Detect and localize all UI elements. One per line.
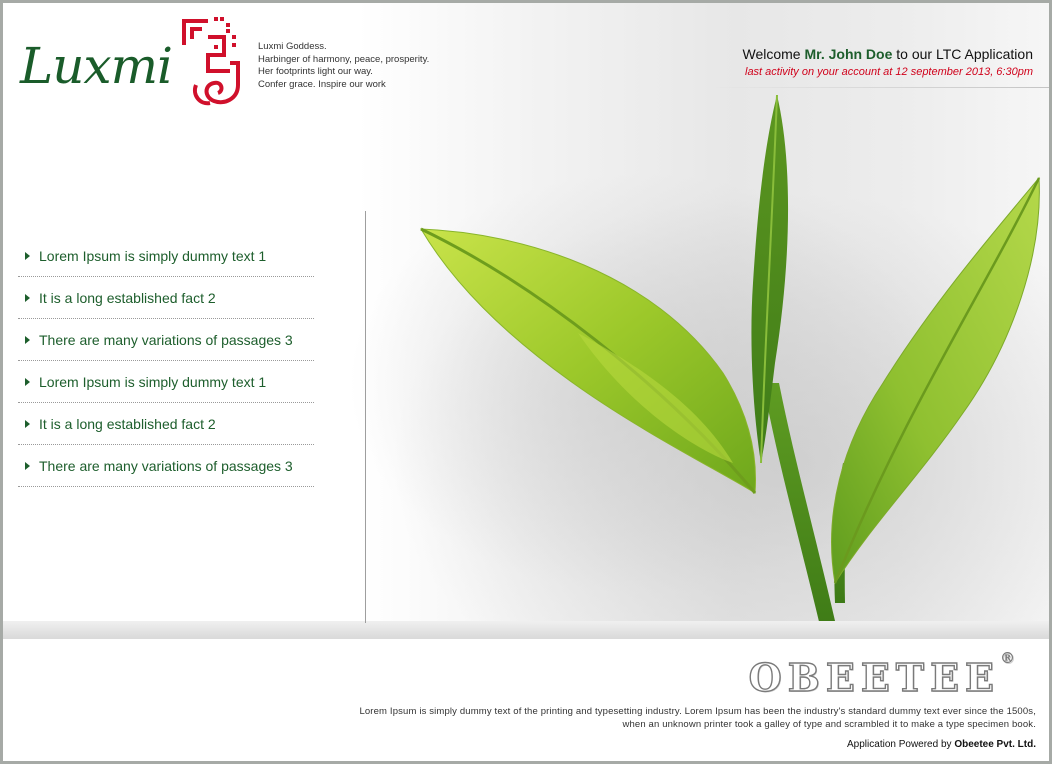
logo-tagline: Luxmi Goddess. Harbinger of harmony, pea… bbox=[258, 41, 458, 91]
caret-right-icon bbox=[25, 335, 30, 344]
menu-item-label: Lorem Ipsum is simply dummy text 1 bbox=[39, 247, 267, 264]
luxmi-logo[interactable]: Luxmi bbox=[20, 15, 245, 113]
menu-item-label: It is a long established fact 2 bbox=[39, 289, 216, 306]
app-frame: Luxmi Luxmi Goddess. Harbinger of harmon… bbox=[0, 0, 1052, 764]
menu-item[interactable]: There are many variations of passages 3 bbox=[18, 319, 314, 361]
tagline-line: Luxmi Goddess. bbox=[258, 41, 327, 52]
menu-item-label: It is a long established fact 2 bbox=[39, 415, 216, 432]
tagline-line: Her footprints light our way. bbox=[258, 66, 373, 77]
tagline-line: Harbinger of harmony, peace, prosperity. bbox=[258, 53, 430, 65]
welcome-message: Welcome Mr. John Doe to our LTC Applicat… bbox=[743, 46, 1034, 62]
brand-wordmark: OBEETEE bbox=[748, 654, 1000, 700]
menu-item[interactable]: It is a long established fact 2 bbox=[18, 403, 314, 445]
registered-mark: ® bbox=[1000, 649, 1015, 668]
caret-right-icon bbox=[25, 461, 30, 470]
last-activity-text: last activity on your account at 12 sept… bbox=[745, 66, 1033, 78]
hero-bottom-band bbox=[3, 621, 1049, 639]
obeetee-brand-logo: OBEETEE® bbox=[748, 649, 1015, 700]
powered-by-prefix: Application Powered by bbox=[847, 739, 952, 750]
powered-by: Application Powered by Obeetee Pvt. Ltd. bbox=[847, 739, 1036, 750]
caret-right-icon bbox=[25, 293, 30, 302]
menu-item[interactable]: Lorem Ipsum is simply dummy text 1 bbox=[18, 361, 314, 403]
caret-right-icon bbox=[25, 419, 30, 428]
menu-item[interactable]: It is a long established fact 2 bbox=[18, 277, 314, 319]
footer-description-line: Lorem Ipsum is simply dummy text of the … bbox=[359, 706, 1036, 717]
main-menu: Lorem Ipsum is simply dummy text 1 It is… bbox=[18, 235, 314, 487]
welcome-divider bbox=[709, 87, 1049, 88]
welcome-suffix: to our LTC Application bbox=[896, 46, 1033, 62]
tagline-line: Confer grace. Inspire our work bbox=[258, 78, 386, 90]
menu-item-label: There are many variations of passages 3 bbox=[39, 457, 293, 474]
welcome-panel: Welcome Mr. John Doe to our LTC Applicat… bbox=[743, 46, 1034, 78]
menu-item[interactable]: Lorem Ipsum is simply dummy text 1 bbox=[18, 235, 314, 277]
welcome-prefix: Welcome bbox=[742, 46, 801, 62]
menu-item[interactable]: There are many variations of passages 3 bbox=[18, 445, 314, 487]
menu-item-label: There are many variations of passages 3 bbox=[39, 331, 293, 348]
logo-emblem-icon bbox=[182, 17, 240, 106]
footer-description-line: when an unknown printer took a galley of… bbox=[622, 718, 1036, 730]
caret-right-icon bbox=[25, 251, 30, 260]
powered-by-company[interactable]: Obeetee Pvt. Ltd. bbox=[954, 739, 1036, 750]
logo-wordmark: Luxmi bbox=[20, 37, 173, 95]
caret-right-icon bbox=[25, 377, 30, 386]
tea-leaf-image bbox=[420, 94, 1041, 638]
vertical-divider bbox=[365, 211, 366, 623]
footer-description: Lorem Ipsum is simply dummy text of the … bbox=[246, 706, 1036, 731]
user-name[interactable]: Mr. John Doe bbox=[804, 46, 892, 62]
menu-item-label: Lorem Ipsum is simply dummy text 1 bbox=[39, 373, 267, 390]
